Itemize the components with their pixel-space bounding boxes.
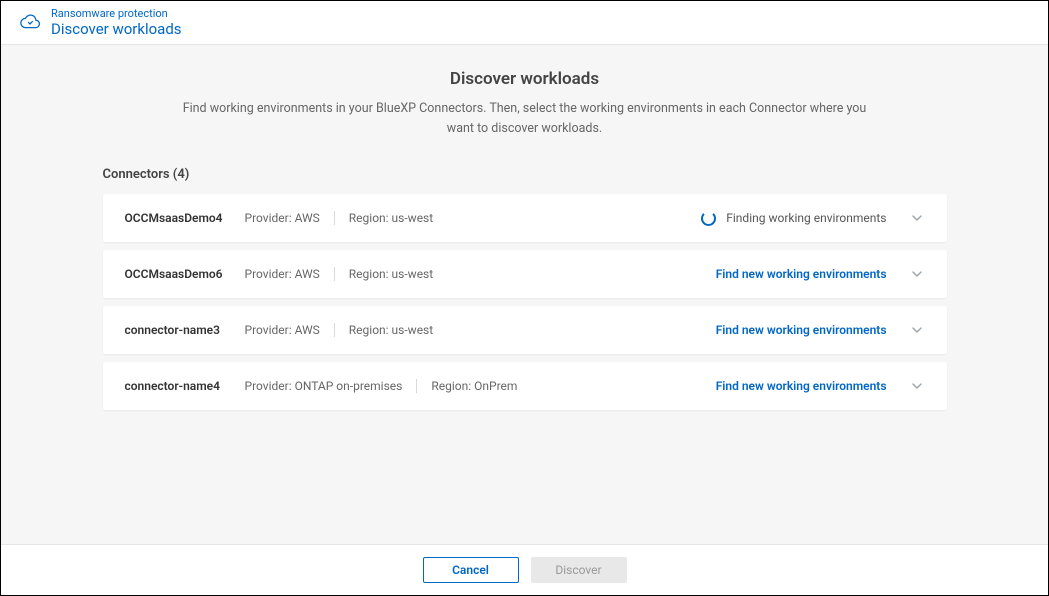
connector-provider: Provider: AWS — [245, 323, 320, 337]
separator — [334, 267, 335, 281]
page-description: Find working environments in your BlueXP… — [175, 99, 875, 139]
connector-provider: Provider: AWS — [245, 267, 320, 281]
connector-name: OCCMsaasDemo4 — [125, 211, 245, 225]
spinner-icon — [701, 211, 716, 226]
loading-status: Finding working environments — [701, 211, 886, 226]
connector-row[interactable]: connector-name3Provider: AWS Region: us-w… — [103, 306, 947, 354]
separator — [334, 323, 335, 337]
connector-meta: Provider: AWS Region: us-west — [245, 323, 434, 337]
chevron-down-icon[interactable] — [909, 210, 925, 226]
connector-name: connector-name4 — [125, 379, 245, 393]
connector-region: Region: OnPrem — [431, 379, 517, 393]
footer-bar: Cancel Discover — [1, 544, 1048, 595]
chevron-down-icon[interactable] — [909, 322, 925, 338]
page-header: Ransomware protection Discover workloads — [1, 1, 1048, 45]
find-environments-link[interactable]: Find new working environments — [716, 379, 887, 393]
connector-name: connector-name3 — [125, 323, 245, 337]
connector-row[interactable]: OCCMsaasDemo6Provider: AWS Region: us-wes… — [103, 250, 947, 298]
cloud-shield-icon — [19, 12, 41, 34]
page-title: Discover workloads — [1, 69, 1048, 89]
chevron-down-icon[interactable] — [909, 378, 925, 394]
main-body: Discover workloads Find working environm… — [1, 45, 1048, 544]
find-environments-link[interactable]: Find new working environments — [716, 267, 887, 281]
connector-region: Region: us-west — [349, 211, 433, 225]
connector-row[interactable]: OCCMsaasDemo4Provider: AWS Region: us-wes… — [103, 194, 947, 242]
chevron-down-icon[interactable] — [909, 266, 925, 282]
connector-row[interactable]: connector-name4Provider: ONTAP on-premis… — [103, 362, 947, 410]
connectors-list: OCCMsaasDemo4Provider: AWSRegion: us-wes… — [103, 194, 947, 410]
breadcrumb-super: Ransomware protection — [51, 7, 182, 20]
separator — [416, 379, 417, 393]
find-environments-link[interactable]: Find new working environments — [716, 323, 887, 337]
loading-text: Finding working environments — [726, 211, 886, 225]
connector-provider: Provider: AWS — [245, 211, 320, 225]
connectors-count-label: Connectors (4) — [103, 167, 947, 182]
connector-provider: Provider: ONTAP on-premises — [245, 379, 403, 393]
connector-name: OCCMsaasDemo6 — [125, 267, 245, 281]
cancel-button[interactable]: Cancel — [423, 557, 519, 583]
connector-meta: Provider: AWS Region: us-west — [245, 267, 434, 281]
discover-button[interactable]: Discover — [531, 557, 627, 583]
breadcrumb-title: Discover workloads — [51, 20, 182, 38]
connector-region: Region: us-west — [349, 323, 433, 337]
connector-meta: Provider: AWS Region: us-west — [245, 211, 434, 225]
connector-meta: Provider: ONTAP on-premises Region: OnPre… — [245, 379, 518, 393]
connector-region: Region: us-west — [349, 267, 433, 281]
separator — [334, 211, 335, 225]
